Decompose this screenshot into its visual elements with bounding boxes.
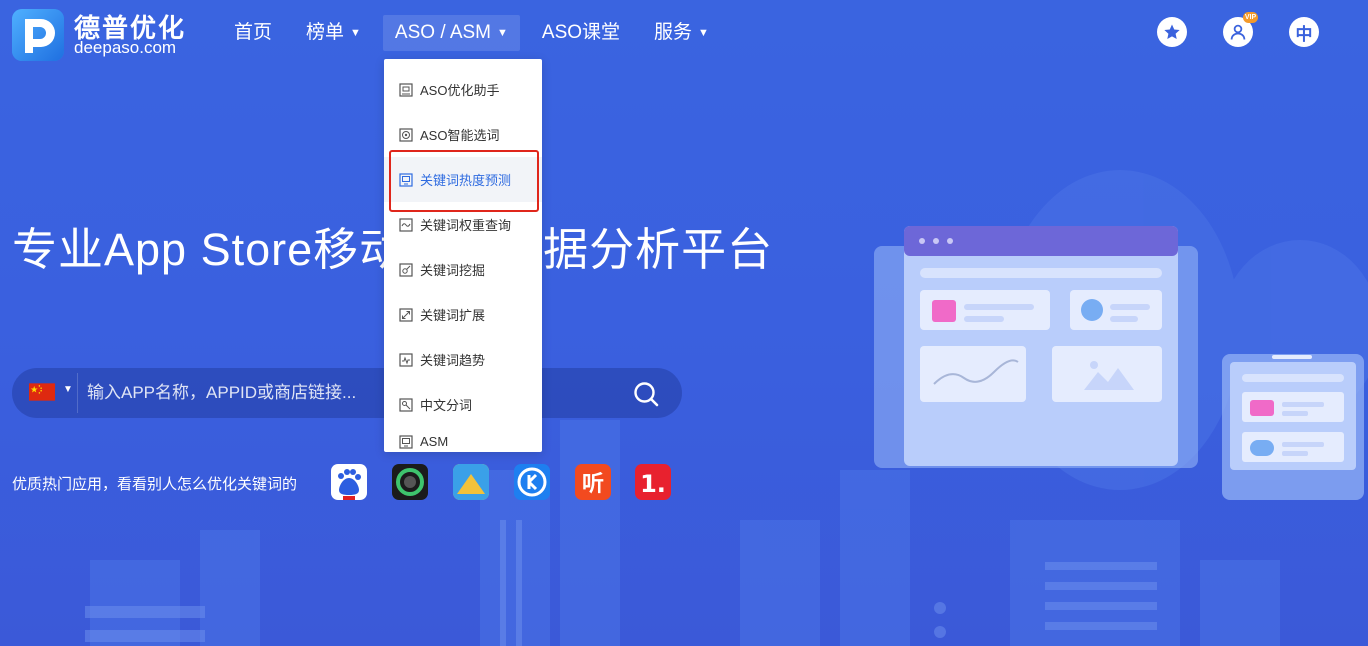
nav-aso-asm[interactable]: ASO / ASM ▼ (382, 15, 520, 51)
user-icon (1230, 24, 1246, 40)
menu-asm[interactable]: ASM (384, 427, 542, 452)
menu-chinese-segmentation-label: 中文分词 (420, 398, 473, 413)
search-divider (77, 373, 78, 413)
baidu-app-icon[interactable] (331, 464, 367, 500)
menu-chinese-segmentation[interactable]: 中文分词 (384, 382, 542, 427)
search-icon[interactable] (632, 380, 660, 408)
language-label: 中 (1295, 24, 1313, 44)
deepaso-logo[interactable] (12, 9, 64, 61)
robot-icon (399, 82, 413, 97)
menu-keyword-expansion[interactable]: 关键词扩展 (384, 292, 542, 337)
one-app-icon[interactable]: 1. (635, 464, 671, 500)
nav-aso-asm-label: ASO / ASM (394, 22, 492, 44)
nav-aso-class-label: ASO课堂 (541, 22, 621, 43)
trend-icon (399, 352, 413, 367)
menu-keyword-heat-forecast[interactable]: 关键词热度预测 (384, 157, 542, 202)
menu-keyword-mining[interactable]: 关键词挖掘 (384, 247, 542, 292)
main-nav: 首页 榜单 ▼ ASO / ASM ▼ ASO课堂 服务 ▼ (222, 15, 731, 51)
menu-aso-assistant-label: ASO优化助手 (420, 83, 500, 98)
nav-rankings-label: 榜单 (306, 22, 345, 44)
menu-keyword-heat-forecast-label: 关键词热度预测 (420, 173, 512, 188)
monitor-icon (399, 172, 413, 187)
shovel-icon (399, 262, 413, 277)
nav-services-label: 服务 (654, 22, 693, 44)
game-app-icon[interactable] (453, 464, 489, 500)
menu-aso-smart-keywords[interactable]: ASO智能选词 (384, 112, 542, 157)
favorite-button[interactable] (1157, 17, 1187, 47)
country-caret-icon[interactable]: ▼ (63, 384, 73, 395)
brand-domain: deepaso.com (74, 38, 177, 57)
screen-icon (399, 435, 413, 449)
dashboard-illustration (874, 226, 1364, 500)
language-switch[interactable]: 中 (1289, 17, 1319, 47)
hot-apps-label: 优质热门应用，看看别人怎么优化关键词的 (12, 476, 298, 493)
menu-keyword-trend[interactable]: 关键词趋势 (384, 337, 542, 382)
target-icon (399, 127, 413, 142)
aso-asm-dropdown: ASO优化助手 ASO智能选词 关键词热度预测 关键词权重查询 关键词挖掘 关键… (384, 59, 542, 452)
nav-home-label: 首页 (234, 22, 273, 43)
caret-down-icon: ▼ (350, 27, 361, 39)
vip-badge: VIP (1243, 12, 1258, 23)
menu-aso-assistant[interactable]: ASO优化助手 (384, 67, 542, 112)
split-icon (399, 397, 413, 412)
menu-aso-smart-keywords-label: ASO智能选词 (420, 128, 500, 143)
menu-keyword-weight-query-label: 关键词权重查询 (420, 218, 512, 233)
nav-rankings[interactable]: 榜单 ▼ (294, 15, 373, 51)
expand-icon (399, 307, 413, 322)
menu-keyword-weight-query[interactable]: 关键词权重查询 (384, 202, 542, 247)
svg-text:听: 听 (582, 472, 604, 497)
nav-home[interactable]: 首页 (222, 15, 284, 51)
camera-app-icon[interactable] (392, 464, 428, 500)
app-search-bar: ▼ (12, 368, 682, 418)
china-flag-icon[interactable] (29, 383, 55, 401)
menu-keyword-mining-label: 关键词挖掘 (420, 263, 486, 278)
nav-services[interactable]: 服务 ▼ (642, 15, 721, 51)
chain-icon (399, 217, 413, 232)
ting-app-icon[interactable]: 听 (575, 464, 611, 500)
caret-down-icon: ▼ (497, 27, 508, 39)
menu-keyword-expansion-label: 关键词扩展 (420, 308, 486, 323)
search-input[interactable] (87, 377, 377, 409)
browser-app-icon[interactable] (514, 464, 550, 500)
caret-down-icon: ▼ (698, 27, 709, 39)
nav-aso-class[interactable]: ASO课堂 (530, 15, 632, 51)
star-icon (1164, 24, 1180, 40)
menu-asm-label: ASM (420, 434, 449, 449)
svg-text:1.: 1. (640, 470, 666, 498)
menu-keyword-trend-label: 关键词趋势 (420, 353, 486, 368)
